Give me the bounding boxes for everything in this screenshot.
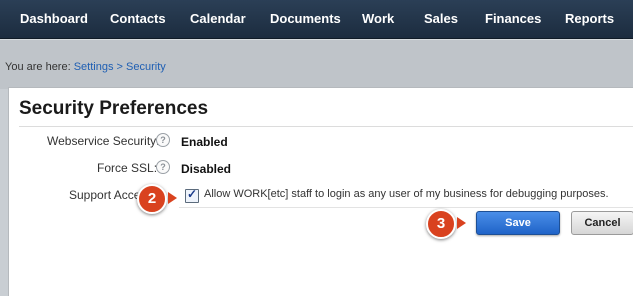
nav-reports[interactable]: Reports [565, 0, 614, 38]
support-access-description: Allow WORK[etc] staff to login as any us… [204, 188, 609, 200]
nav-work[interactable]: Work [362, 0, 394, 38]
breadcrumb: You are here: Settings > Security [5, 61, 166, 73]
nav-finances[interactable]: Finances [485, 0, 541, 38]
step-2-arrow-icon [168, 192, 177, 204]
breadcrumb-security-link[interactable]: Security [126, 61, 166, 73]
nav-calendar[interactable]: Calendar [190, 0, 246, 38]
nav-documents[interactable]: Documents [270, 0, 341, 38]
step-3-arrow-icon [457, 217, 466, 229]
breadcrumb-settings-link[interactable]: Settings [74, 61, 114, 73]
save-button[interactable]: Save [476, 211, 560, 235]
cancel-button[interactable]: Cancel [571, 211, 633, 235]
force-ssl-value: Disabled [181, 162, 232, 176]
page-title: Security Preferences [19, 98, 209, 119]
nav-sales[interactable]: Sales [424, 0, 458, 38]
webservice-security-value: Enabled [181, 135, 228, 149]
step-2-badge: 2 [137, 184, 167, 214]
help-icon[interactable]: ? [156, 133, 170, 147]
breadcrumb-bar: You are here: Settings > Security [0, 39, 633, 89]
nav-contacts[interactable]: Contacts [110, 0, 166, 38]
help-icon[interactable]: ? [156, 160, 170, 174]
row-divider [179, 207, 633, 208]
webservice-security-label: Webservice Security: [47, 134, 160, 148]
step-3-badge: 3 [426, 209, 456, 239]
breadcrumb-separator: > [116, 61, 123, 73]
support-access-checkbox[interactable]: ✓ [185, 187, 199, 203]
security-panel: Security Preferences Webservice Security… [8, 87, 633, 296]
title-divider [19, 126, 633, 127]
top-nav-bar: Dashboard Contacts Calendar Documents Wo… [0, 0, 633, 39]
checkmark-icon: ✓ [187, 187, 198, 201]
force-ssl-label: Force SSL: [97, 161, 158, 175]
nav-dashboard[interactable]: Dashboard [20, 0, 88, 38]
breadcrumb-prefix: You are here: [5, 61, 71, 73]
